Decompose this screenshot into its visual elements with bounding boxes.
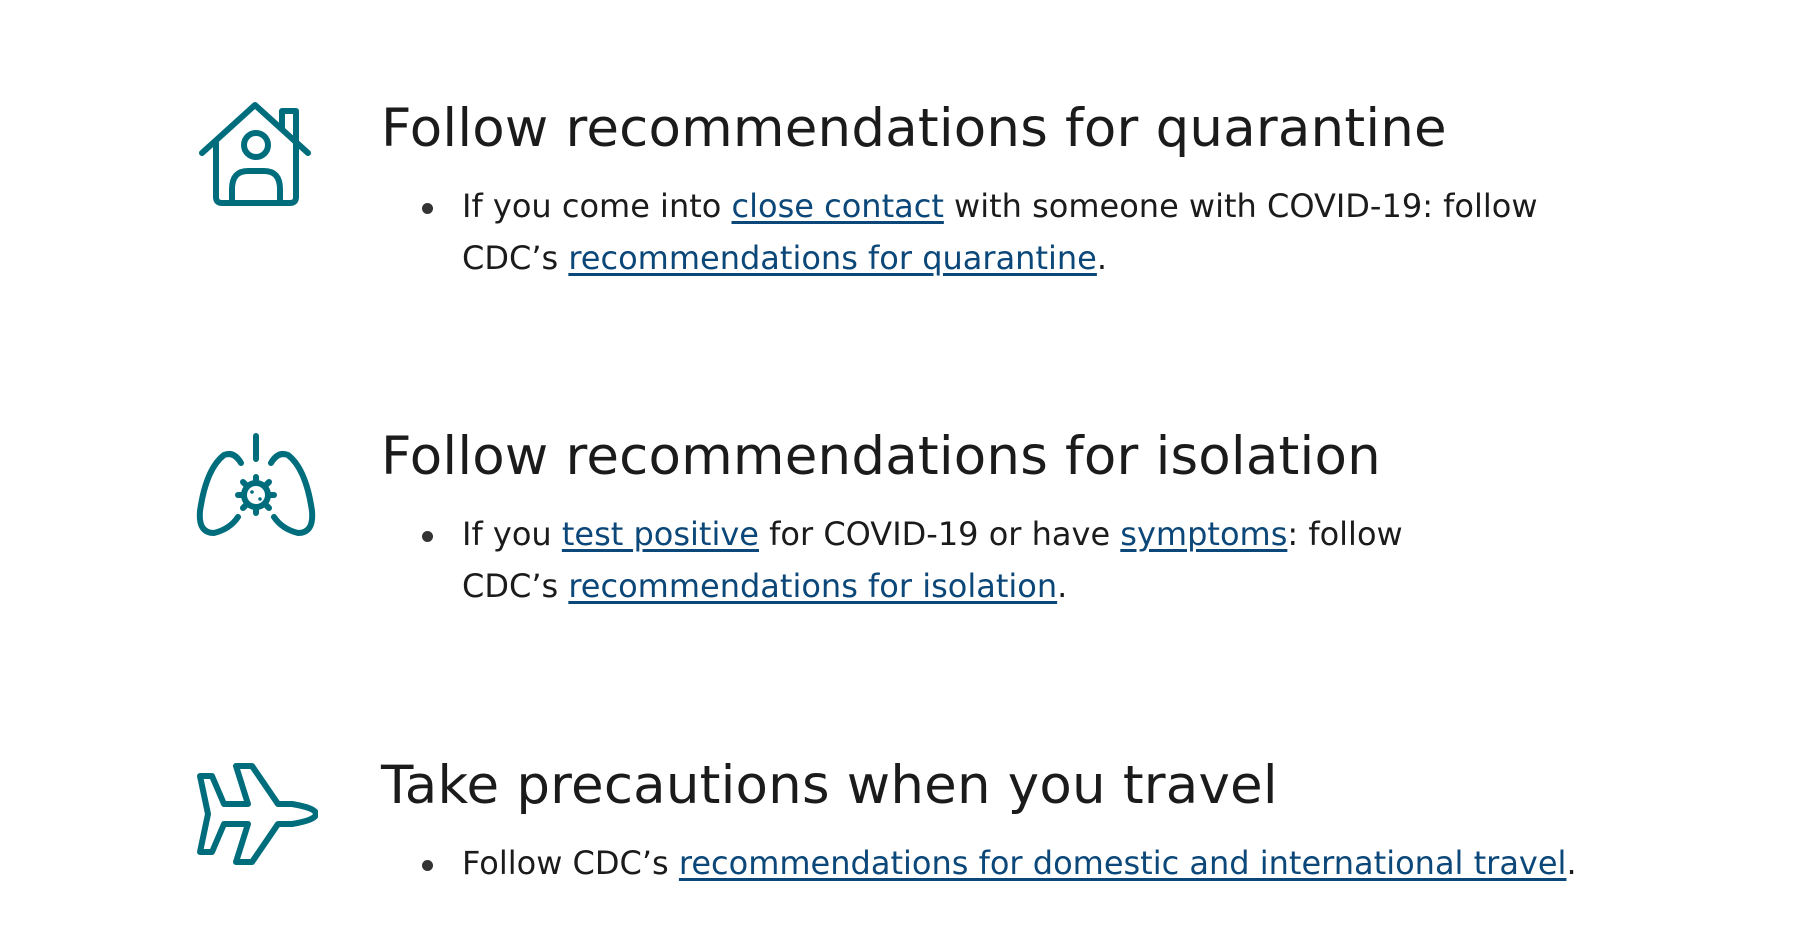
- test-positive-link[interactable]: test positive: [562, 515, 759, 553]
- list-item: If you test positive for COVID-19 or hav…: [422, 508, 1652, 612]
- travel-recommendations-link[interactable]: recommendations for domestic and interna…: [679, 844, 1567, 882]
- quarantine-recommendations-link[interactable]: recommendations for quarantine: [568, 239, 1097, 277]
- airplane-icon: [194, 752, 318, 876]
- symptoms-link[interactable]: symptoms: [1120, 515, 1287, 553]
- text: for COVID-19 or have: [758, 515, 1121, 553]
- close-contact-link[interactable]: close contact: [732, 187, 944, 225]
- section-heading: Take precautions when you travel: [381, 755, 1278, 816]
- page: Follow recommendations for quarantine If…: [0, 0, 1798, 946]
- text: If you: [462, 515, 562, 553]
- house-person-icon: [194, 97, 318, 221]
- lungs-virus-icon: [194, 433, 318, 557]
- text: .: [1566, 844, 1577, 882]
- bullet-list: Follow CDC’s recommendations for domesti…: [422, 837, 1652, 889]
- bullet-list: If you come into close contact with some…: [422, 180, 1652, 284]
- text: If you come into: [462, 187, 732, 225]
- text: .: [1057, 567, 1068, 605]
- text: with someone with COVID-19: follow: [943, 187, 1538, 225]
- list-item: Follow CDC’s recommendations for domesti…: [422, 837, 1652, 889]
- list-item: If you come into close contact with some…: [422, 180, 1652, 284]
- isolation-recommendations-link[interactable]: recommendations for isolation: [568, 567, 1057, 605]
- text: .: [1096, 239, 1108, 277]
- text: CDC’s: [462, 239, 569, 277]
- section-heading: Follow recommendations for quarantine: [381, 98, 1447, 159]
- text: CDC’s: [462, 567, 569, 605]
- text: Follow CDC’s: [462, 844, 679, 882]
- text: : follow: [1287, 515, 1403, 553]
- bullet-list: If you test positive for COVID-19 or hav…: [422, 508, 1652, 612]
- section-heading: Follow recommendations for isolation: [381, 426, 1381, 487]
